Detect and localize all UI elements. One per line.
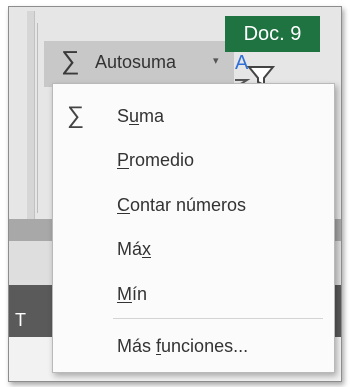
sort-filter-icon[interactable]: A	[233, 47, 277, 87]
autosum-dropdown-menu: ∑ Suma Promedio Contar números Máx Mín M…	[52, 83, 335, 373]
autosum-label: Autosuma	[95, 52, 177, 72]
ribbon-left-edge	[27, 11, 35, 219]
doc-badge: Doc. 9	[225, 16, 320, 52]
menu-item-label: Promedio	[117, 150, 195, 170]
excel-window-crop: ∑ Autosuma ▾ A Doc. 9 y T ∑ Suma Promedi…	[8, 6, 342, 382]
menu-item-label: Suma	[117, 106, 165, 126]
menu-item-promedio[interactable]: Promedio	[53, 142, 334, 178]
menu-item-max[interactable]: Máx	[53, 231, 334, 267]
ribbon-group-separator	[37, 23, 38, 213]
menu-item-label: Más funciones...	[117, 336, 249, 356]
menu-item-label: Mín	[117, 284, 148, 304]
sigma-icon: ∑	[61, 45, 80, 75]
menu-item-suma[interactable]: ∑ Suma	[53, 98, 334, 134]
partial-cell-text: T	[15, 310, 26, 330]
chevron-down-icon[interactable]: ▾	[213, 54, 219, 68]
menu-divider	[113, 318, 323, 319]
menu-item-label: Contar números	[117, 195, 247, 215]
sigma-icon: ∑	[67, 102, 85, 129]
menu-item-label: Máx	[117, 239, 152, 259]
menu-item-min[interactable]: Mín	[53, 276, 334, 312]
menu-item-mas-funciones[interactable]: Más funciones...	[53, 328, 334, 364]
svg-text:A: A	[235, 52, 249, 74]
menu-item-contar-numeros[interactable]: Contar números	[53, 187, 334, 223]
